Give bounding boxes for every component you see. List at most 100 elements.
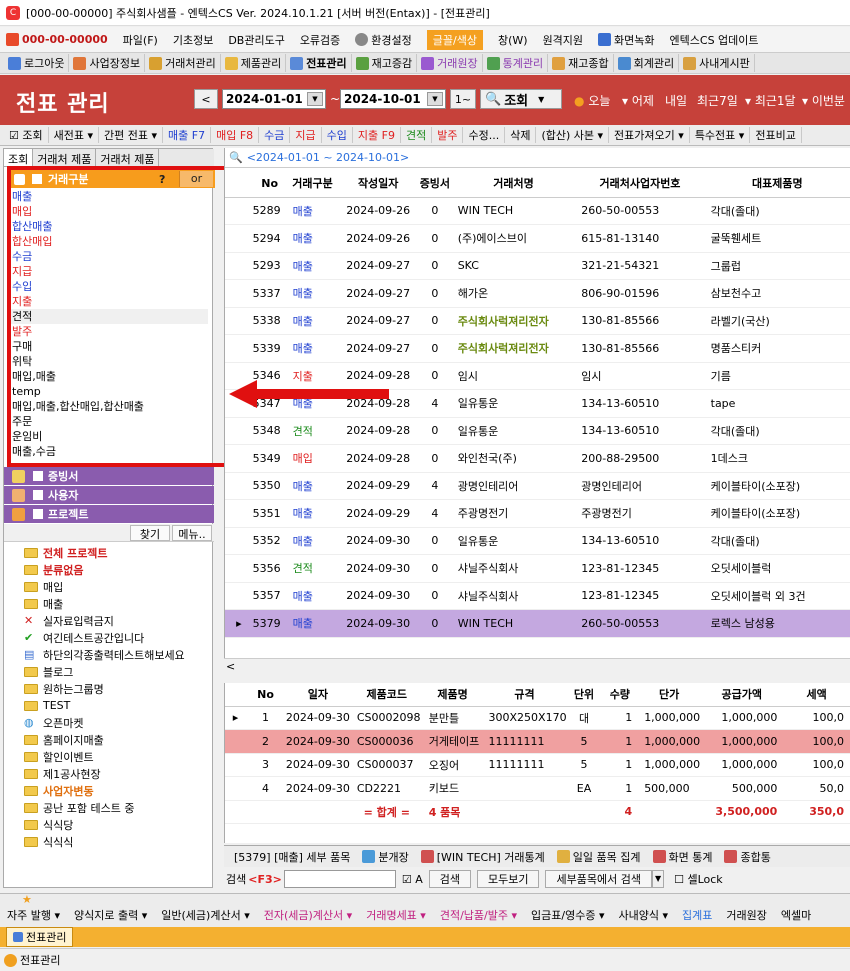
col-supply[interactable]: 공급가액 xyxy=(700,683,784,707)
search-run-button[interactable]: 검색 xyxy=(428,870,471,888)
voucher-row[interactable]: 5348 견적 2024-09-28 0 일유통운 134-13-60510 각대(졸대) xyxy=(225,417,850,445)
action-search[interactable]: ☑ 조회 xyxy=(4,127,49,143)
tab-search[interactable]: 조회 xyxy=(4,149,34,166)
quick-range-1month[interactable]: ▾ 최근1달 xyxy=(745,92,796,109)
action-special[interactable]: 특수전표 ▾ xyxy=(690,127,751,143)
action-edit[interactable]: 수정... xyxy=(463,127,506,143)
detail-row[interactable]: 3 2024-09-30 CS000037 오징어 11111111 5 1 1,000,00… xyxy=(225,753,850,777)
date-to-field[interactable]: 2024-10-01 ▼ xyxy=(340,89,446,109)
col-code[interactable]: 제품코드 xyxy=(350,683,423,707)
cell-lock-checkbox[interactable]: ☐ 셀Lock xyxy=(674,871,723,887)
form-print-button[interactable]: 양식지로 출력 ▾ xyxy=(67,907,154,923)
project-item[interactable]: 블로그 xyxy=(4,663,214,680)
tab-screen-stats[interactable]: 화면 통계 xyxy=(647,849,719,865)
detail-row[interactable]: ▸ 1 2024-09-30 CS0002098 분만틀 300X250X170 대 1 1,0… xyxy=(225,706,850,730)
project-item[interactable]: 공난 포함 테스트 중 xyxy=(4,799,214,816)
action-quote[interactable]: 견적 xyxy=(401,127,433,143)
e-tax-invoice-button[interactable]: 전자(세금)계산서 ▾ xyxy=(257,907,359,923)
voucher-row[interactable]: 5339 매출 2024-09-27 0 주식회사럭져리전자 130-81-85566 명품… xyxy=(225,334,850,363)
project-item[interactable]: ✔ 여긴테스트공간입니다 xyxy=(4,629,214,646)
action-order[interactable]: 발주 xyxy=(432,127,464,143)
voucher-row[interactable]: 5337 매출 2024-09-27 0 해가온 806-90-01596 삼보천수고 xyxy=(225,279,850,308)
voucher-row[interactable]: 5356 견적 2024-09-30 0 샤닐주식회사 123-81-12345 오딧세이블… xyxy=(225,554,850,583)
search-button[interactable]: 🔍 조회 ▼ xyxy=(480,89,562,109)
action-expense[interactable]: 지출 F9 xyxy=(353,127,401,143)
action-compare[interactable]: 전표비교 xyxy=(750,127,802,143)
detail-row[interactable]: 2 2024-09-30 CS000036 거게테이프 11111111 5 1 1,000,… xyxy=(225,729,850,754)
menu-window[interactable]: 창(W) xyxy=(498,32,528,48)
frequent-issue-button[interactable]: ★ 자주 발행 ▾ xyxy=(0,894,67,923)
section-users[interactable]: 사용자 xyxy=(4,486,214,504)
col-date[interactable]: 일자 xyxy=(284,683,351,707)
scroll-left-icon[interactable]: < xyxy=(226,660,235,673)
project-item[interactable]: ▤ 하단의각종출력테스트해보세요 xyxy=(4,646,214,663)
show-all-button[interactable]: 모두보기 xyxy=(477,870,540,888)
quick-stock-change[interactable]: 재고증감 xyxy=(352,54,418,72)
tab-journal[interactable]: 분개장 xyxy=(356,849,414,865)
project-item[interactable]: 매출 xyxy=(4,595,214,612)
date-from-field[interactable]: 2024-01-01 ▼ xyxy=(222,89,326,109)
tab-daily-items[interactable]: 일일 품목 집계 xyxy=(551,849,647,865)
col-no[interactable]: No xyxy=(252,170,287,198)
statement-button[interactable]: 거래명세표 ▾ xyxy=(359,907,433,923)
project-item[interactable]: 식식식 xyxy=(4,833,214,850)
project-item[interactable]: 식식당 xyxy=(4,816,214,833)
quick-range-this[interactable]: ▾ 이번분 xyxy=(802,92,845,109)
action-import[interactable]: 전표가져오기 ▾ xyxy=(609,127,690,143)
project-item[interactable]: 제1공사현장 xyxy=(4,765,214,782)
col-price[interactable]: 단가 xyxy=(638,683,701,707)
detail-row[interactable]: 4 2024-09-30 CD2221 키보드 EA 1 500,000 500,000 50,… xyxy=(225,776,850,801)
project-item[interactable]: ✕ 실자료입력금지 xyxy=(4,612,214,629)
project-item[interactable]: ◍ 오픈마켓 xyxy=(4,714,214,731)
prev-range-button[interactable]: < xyxy=(194,89,218,109)
detail-search-dropdown-icon[interactable]: ▼ xyxy=(651,870,665,888)
col-name[interactable]: 제품명 xyxy=(422,683,483,707)
menu-font-color[interactable]: 글꼴/색상 xyxy=(426,29,483,50)
voucher-row[interactable]: 5293 매출 2024-09-27 0 SKC 321-21-54321 그룹럽 xyxy=(225,252,850,280)
dock-tab-voucher[interactable]: 전표관리 xyxy=(6,927,74,947)
quick-range-yesterday[interactable]: ▾ 어제 xyxy=(622,92,654,109)
menu-file[interactable]: 파일(F) xyxy=(123,32,158,48)
tab-detail-items[interactable]: [5379] [매출] 세부 품목 xyxy=(228,849,356,865)
internal-form-button[interactable]: 사내양식 ▾ xyxy=(611,907,675,923)
section-evidence[interactable]: 증빙서 xyxy=(4,467,214,485)
ledger-button[interactable]: 거래원장 xyxy=(719,907,773,923)
project-item[interactable]: TEST xyxy=(4,697,214,714)
project-item[interactable]: 분류없음 xyxy=(4,561,214,578)
horizontal-scrollbar[interactable]: < xyxy=(224,658,850,675)
voucher-row[interactable]: 5352 매출 2024-09-30 0 일유통운 134-13-60510 각대(졸대) xyxy=(225,527,850,555)
project-item[interactable]: 전체 프로젝트 xyxy=(4,544,214,561)
action-delete[interactable]: 삭제 xyxy=(505,127,537,143)
quick-logout[interactable]: 로그아웃 xyxy=(4,54,70,72)
summary-button[interactable]: 집계표 xyxy=(675,907,719,923)
col-no[interactable]: No xyxy=(246,683,285,707)
quick-stock-total[interactable]: 재고종합 xyxy=(548,54,614,72)
project-item[interactable]: 매입 xyxy=(4,578,214,595)
calendar-dropdown-icon[interactable]: ▼ xyxy=(307,92,323,106)
menu-screen-record[interactable]: 화면녹화 xyxy=(598,32,655,48)
action-simple[interactable]: 간편 전표 ▾ xyxy=(99,127,164,143)
tab-client-product-1[interactable]: 거래처 제품 xyxy=(33,149,97,166)
voucher-row[interactable]: 5350 매출 2024-09-29 4 광명인테리어 광명인테리어 케이블타이(소포장) xyxy=(225,472,850,500)
quick-range-today[interactable]: ● 오늘 xyxy=(574,92,610,109)
quick-range-7days[interactable]: 최근7일 xyxy=(697,92,738,109)
menu-update[interactable]: 엔텍스CS 업데이트 xyxy=(670,32,759,48)
col-biz-no[interactable]: 거래처사업자번호 xyxy=(575,170,705,198)
col-evidence[interactable]: 증빙서 xyxy=(418,170,452,198)
tab-client-stats[interactable]: [WIN TECH] 거래통계 xyxy=(415,849,551,865)
voucher-row[interactable]: 5357 매출 2024-09-30 0 샤닐주식회사 123-81-12345 오딧세이블… xyxy=(225,582,850,610)
menu-remote-support[interactable]: 원격지원 xyxy=(543,32,583,48)
col-type[interactable]: 거래구분 xyxy=(286,170,339,198)
col-qty[interactable]: 수량 xyxy=(601,683,639,707)
col-spec[interactable]: 규격 xyxy=(482,683,567,707)
menu-db-tools[interactable]: DB관리도구 xyxy=(228,32,285,48)
project-item[interactable]: 홈페이지매출 xyxy=(4,731,214,748)
col-client[interactable]: 거래처명 xyxy=(451,170,576,198)
case-checkbox[interactable]: ☑ A xyxy=(402,873,423,886)
voucher-row[interactable]: ▸ 5379 매출 2024-09-30 0 WIN TECH 260-50-00553 로렉… xyxy=(225,609,850,638)
search-input[interactable] xyxy=(283,870,396,888)
col-date[interactable]: 작성일자 xyxy=(338,170,419,198)
menu-button[interactable]: 메뉴.. xyxy=(172,525,212,541)
voucher-row[interactable]: 5294 매출 2024-09-26 0 (주)에이스브이 615-81-13140 굴뚝휀… xyxy=(225,224,850,253)
voucher-row[interactable]: 5338 매출 2024-09-27 0 주식회사럭져리전자 130-81-85566 라벨… xyxy=(225,307,850,335)
